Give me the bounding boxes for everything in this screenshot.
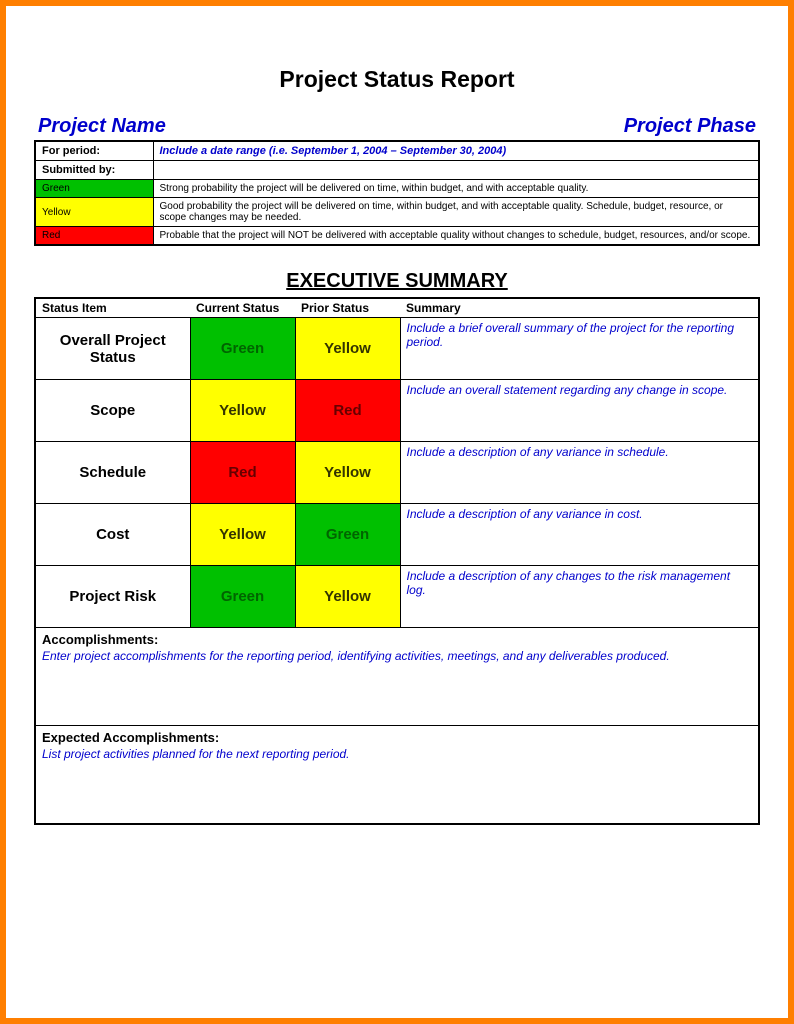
- project-phase-label: Project Phase: [624, 115, 756, 138]
- expected-accomplishments-heading: Expected Accomplishments:: [42, 730, 219, 745]
- summary-overall: Include a brief overall summary of the p…: [400, 318, 759, 380]
- submitted-by-value: [153, 161, 759, 180]
- submitted-by-label: Submitted by:: [35, 161, 153, 180]
- row-label-cost: Cost: [35, 504, 190, 566]
- info-table: For period: Include a date range (i.e. S…: [34, 140, 760, 246]
- prior-status-schedule: Yellow: [295, 442, 400, 504]
- expected-accomplishments-body: List project activities planned for the …: [42, 747, 752, 761]
- for-period-label: For period:: [35, 141, 153, 161]
- legend-yellow-desc: Good probability the project will be del…: [153, 198, 759, 227]
- table-row: Cost Yellow Green Include a description …: [35, 504, 759, 566]
- accomplishments-row: Accomplishments: Enter project accomplis…: [35, 628, 759, 726]
- summary-risk: Include a description of any changes to …: [400, 566, 759, 628]
- for-period-hint: Include a date range (i.e. September 1, …: [153, 141, 759, 161]
- col-summary: Summary: [400, 298, 759, 318]
- project-header-row: Project Name Project Phase: [34, 115, 760, 138]
- row-label-overall: Overall Project Status: [35, 318, 190, 380]
- row-label-risk: Project Risk: [35, 566, 190, 628]
- table-row: Project Risk Green Yellow Include a desc…: [35, 566, 759, 628]
- summary-schedule: Include a description of any variance in…: [400, 442, 759, 504]
- page-title: Project Status Report: [34, 66, 760, 93]
- legend-yellow-key: Yellow: [35, 198, 153, 227]
- table-row: Overall Project Status Green Yellow Incl…: [35, 318, 759, 380]
- legend-red-desc: Probable that the project will NOT be de…: [153, 227, 759, 246]
- summary-cost: Include a description of any variance in…: [400, 504, 759, 566]
- accomplishments-heading: Accomplishments:: [42, 632, 158, 647]
- legend-green-key: Green: [35, 180, 153, 198]
- row-label-scope: Scope: [35, 380, 190, 442]
- current-status-overall: Green: [190, 318, 295, 380]
- current-status-schedule: Red: [190, 442, 295, 504]
- col-status-item: Status Item: [35, 298, 190, 318]
- table-row: Schedule Red Yellow Include a descriptio…: [35, 442, 759, 504]
- row-label-schedule: Schedule: [35, 442, 190, 504]
- legend-red-key: Red: [35, 227, 153, 246]
- accomplishments-body: Enter project accomplishments for the re…: [42, 649, 752, 663]
- prior-status-risk: Yellow: [295, 566, 400, 628]
- expected-accomplishments-row: Expected Accomplishments: List project a…: [35, 726, 759, 824]
- prior-status-scope: Red: [295, 380, 400, 442]
- col-current-status: Current Status: [190, 298, 295, 318]
- prior-status-overall: Yellow: [295, 318, 400, 380]
- executive-summary-heading: EXECUTIVE SUMMARY: [34, 270, 760, 293]
- current-status-scope: Yellow: [190, 380, 295, 442]
- table-row: Scope Yellow Red Include an overall stat…: [35, 380, 759, 442]
- summary-scope: Include an overall statement regarding a…: [400, 380, 759, 442]
- col-prior-status: Prior Status: [295, 298, 400, 318]
- legend-green-desc: Strong probability the project will be d…: [153, 180, 759, 198]
- executive-summary-table: Status Item Current Status Prior Status …: [34, 297, 760, 825]
- project-name-label: Project Name: [38, 115, 166, 138]
- document-frame: Project Status Report Project Name Proje…: [0, 0, 794, 1024]
- current-status-risk: Green: [190, 566, 295, 628]
- current-status-cost: Yellow: [190, 504, 295, 566]
- prior-status-cost: Green: [295, 504, 400, 566]
